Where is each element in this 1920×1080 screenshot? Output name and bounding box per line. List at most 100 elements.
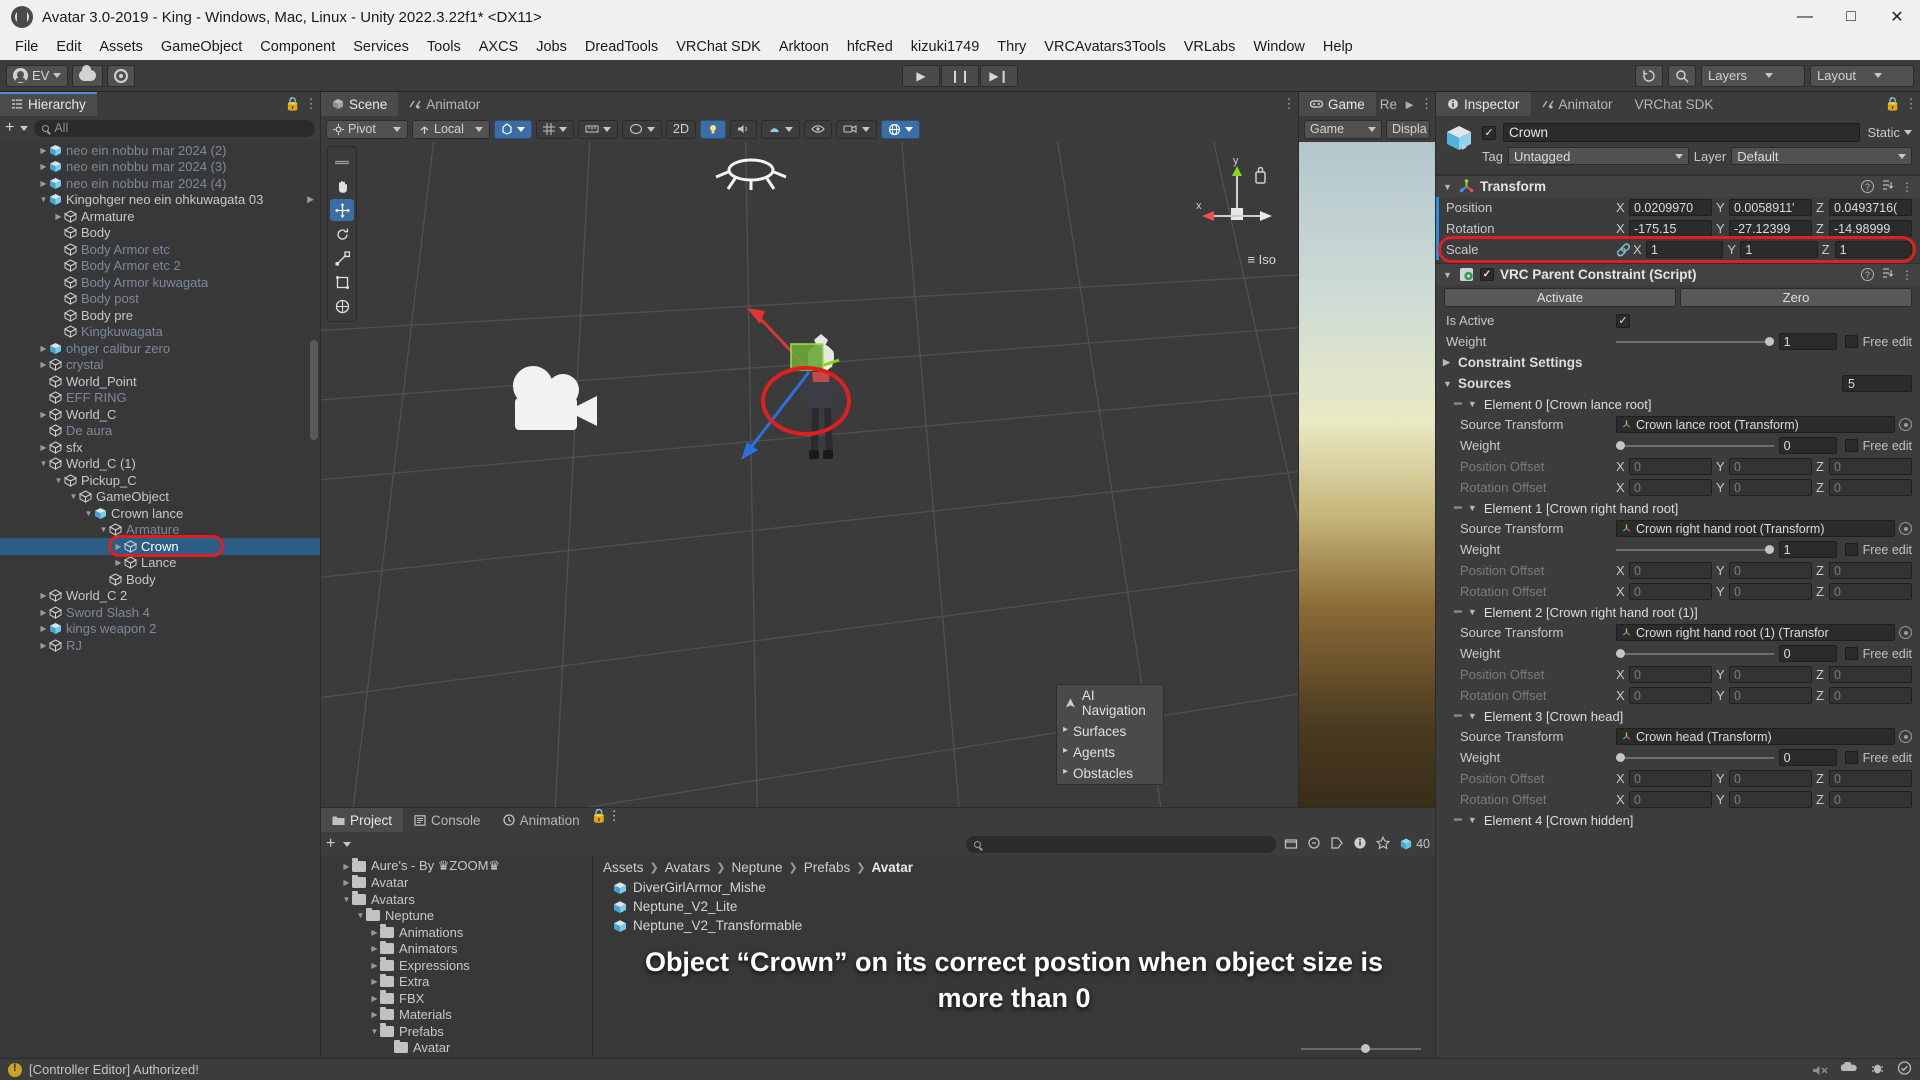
menu-item-axcs[interactable]: AXCS [470,36,528,58]
breadcrumb[interactable]: Assets ❯ Avatars ❯ Neptune ❯ Prefabs ❯ Avatar [593,856,1435,878]
game-menu-icon[interactable]: ⋮ [1418,92,1435,116]
hierarchy-menu-icon[interactable]: ⋮ [302,92,320,116]
hierarchy-row-selected[interactable]: ▶ Crown [0,538,320,555]
menu-item-vrcavatars3tools[interactable]: VRCAvatars3Tools [1035,36,1174,58]
project-search-input[interactable] [966,835,1277,853]
slider-knob[interactable] [1616,753,1625,762]
hierarchy-row[interactable]: ▶Kingkuwagata [0,324,320,341]
free-edit-checkbox[interactable] [1844,439,1858,452]
hierarchy-row[interactable]: ▶Body [0,225,320,242]
source-transform-field[interactable]: Crown right hand root (1) (Transfor [1616,624,1895,641]
position-offset-z-input[interactable]: 0 [1829,458,1912,475]
position-offset-z-input[interactable]: 0 [1829,562,1912,579]
pivot-dropdown[interactable]: Pivot [326,119,408,139]
sources-foldout[interactable]: ▼ Sources 5 [1436,373,1920,394]
tag-dropdown[interactable]: Untagged [1507,147,1689,165]
hierarchy-row[interactable]: ▶ sfx [0,439,320,456]
constrain-proportions-icon[interactable]: 🔗 [1616,243,1631,257]
constraint-weight-slider[interactable] [1616,333,1774,350]
chevron-down-icon[interactable] [343,841,352,847]
object-picker-icon[interactable] [1899,522,1912,535]
rotation-y-input[interactable]: -27.12399 [1729,220,1812,237]
hierarchy-row[interactable]: ▶Body post [0,291,320,308]
tab-inspector-animator[interactable]: Animator [1530,92,1624,116]
constraint-enabled-checkbox[interactable]: ✓ [1480,268,1494,281]
scene-view-options-button[interactable] [494,119,532,139]
tab-vrchat-sdk[interactable]: VRChat SDK [1623,92,1725,116]
layout-dropdown[interactable]: Layout [1810,64,1914,87]
chevron-right-icon[interactable]: ▶ [307,194,320,205]
hierarchy-row[interactable]: ▶Body Armor etc 2 [0,258,320,275]
zoom-slider-knob[interactable] [1361,1044,1370,1053]
close-button[interactable]: ✕ [1874,0,1920,34]
game-aspect-dropdown[interactable]: Game [1304,119,1382,139]
menu-item-jobs[interactable]: Jobs [527,36,576,58]
element-weight-input[interactable]: 0 [1778,437,1837,454]
project-tree-row[interactable]: ▶ FBX [321,990,592,1007]
tab-project[interactable]: Project [321,808,404,832]
constraint-free-edit-toggle[interactable]: Free edit [1844,335,1912,349]
chevron-right-icon[interactable]: ▶ [38,443,49,452]
element-weight-slider[interactable] [1616,645,1774,662]
hierarchy-row[interactable]: ▼ Kingohger neo ein ohkuwagata 03 ▶ [0,192,320,209]
chevron-right-icon[interactable]: ▶ [38,608,49,617]
preset-icon[interactable] [1881,179,1894,195]
foldout-triangle-icon[interactable]: ▼ [1443,270,1453,280]
help-icon[interactable]: ? [1861,268,1874,281]
free-edit-checkbox[interactable] [1844,543,1858,556]
element-weight-input[interactable]: 1 [1778,541,1837,558]
element-free-edit-toggle[interactable]: Free edit [1844,439,1912,453]
position-offset-x-input[interactable]: 0 [1629,458,1712,475]
camera-settings-button[interactable] [835,119,877,139]
chevron-down-icon[interactable] [20,125,29,131]
menu-item-hfcred[interactable]: hfcRed [838,36,902,58]
chevron-down-icon[interactable]: ▼ [1468,503,1478,513]
project-tree-row[interactable]: ▶ Animations [321,924,592,941]
activate-button[interactable]: Activate [1444,288,1676,307]
rotation-offset-y-input[interactable]: 0 [1729,479,1812,496]
position-x-input[interactable]: 0.0209970 [1629,199,1712,216]
rotation-offset-x-input[interactable]: 0 [1629,791,1712,808]
free-edit-checkbox[interactable] [1844,647,1858,660]
position-offset-y-input[interactable]: 0 [1729,458,1812,475]
info-icon[interactable] [1353,836,1367,853]
reorder-handle-icon[interactable]: ━ [1454,708,1462,724]
lighting-toggle-button[interactable] [699,119,726,139]
cloud-button[interactable] [72,64,104,87]
chevron-down-icon[interactable]: ▼ [1468,711,1478,721]
project-asset-row[interactable]: DiverGirlArmor_Mishe [593,878,1435,897]
chevron-down-icon[interactable]: ▼ [1468,815,1478,825]
slider-knob[interactable] [1764,337,1774,346]
foldout-triangle-icon[interactable]: ▶ [1443,357,1453,368]
inspector-menu-icon[interactable]: ⋮ [1902,92,1920,116]
rotation-offset-y-input[interactable]: 0 [1729,583,1812,600]
create-asset-button[interactable]: + [326,836,335,852]
chevron-right-icon[interactable]: ▶ [369,977,380,986]
project-tree-row[interactable]: ▼ Avatars [321,891,592,908]
game-display-dropdown[interactable]: Displa [1386,119,1430,139]
menu-item-thry[interactable]: Thry [988,36,1035,58]
menu-item-help[interactable]: Help [1314,36,1362,58]
transform-component-header[interactable]: ▼ Transform ? ⋮ [1436,175,1920,197]
object-enabled-checkbox[interactable]: ✓ [1482,125,1496,140]
scene-menu-icon[interactable]: ⋮ [1280,92,1298,116]
layer-dropdown[interactable]: Default [1731,147,1912,165]
menu-item-kizuki1749[interactable]: kizuki1749 [902,36,989,58]
chevron-right-icon[interactable]: ▶ [38,146,49,155]
menu-item-component[interactable]: Component [251,36,344,58]
position-y-input[interactable]: 0.0058911' [1729,199,1812,216]
element-weight-input[interactable]: 0 [1778,749,1837,766]
chevron-right-icon[interactable]: ▶ [38,162,49,171]
position-offset-y-input[interactable]: 0 [1729,562,1812,579]
breadcrumb-item[interactable]: Prefabs [804,860,851,875]
tab-game[interactable]: Game [1299,92,1376,116]
chevron-right-icon[interactable]: ▶ [38,410,49,419]
transform-tool-button[interactable] [330,295,354,317]
hierarchy-row[interactable]: ▶ kings weapon 2 [0,621,320,638]
zero-button[interactable]: Zero [1680,288,1912,307]
hierarchy-row[interactable]: ▶ World_C 2 [0,588,320,605]
hierarchy-lock-icon[interactable]: 🔒 [284,92,302,116]
project-tree-row[interactable]: ▶ Extra [321,973,592,991]
rotation-offset-z-input[interactable]: 0 [1829,583,1912,600]
chevron-right-icon[interactable]: ▶ [53,212,64,221]
